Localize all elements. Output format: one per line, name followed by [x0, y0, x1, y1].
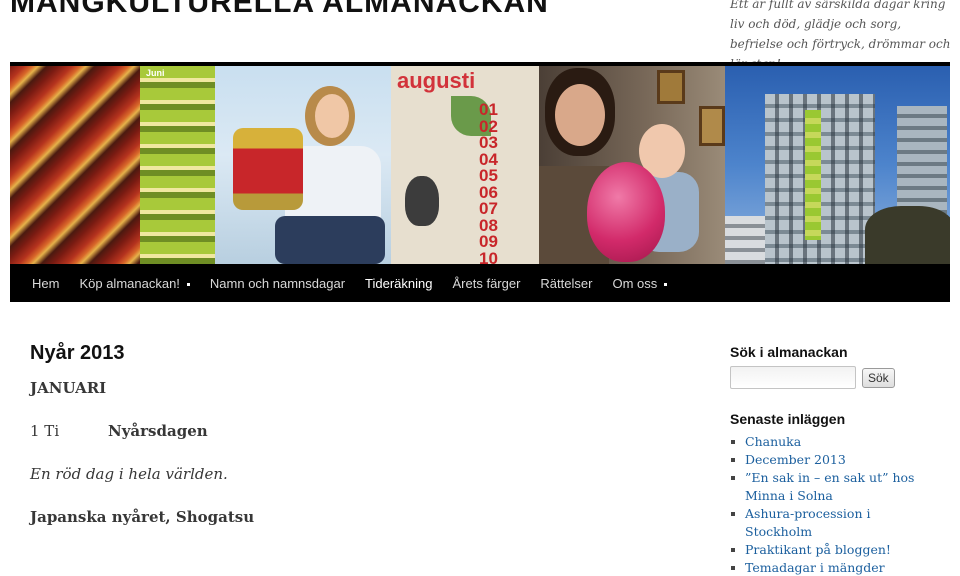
nav-item-2[interactable]: Namn och namnsdagar [210, 276, 345, 291]
sidebar: Sök i almanackan Sök Senaste inläggen Ch… [730, 344, 940, 576]
recent-posts-list: Chanuka December 2013 ”En sak in – en sak … [730, 433, 940, 576]
main-navigation: Hem Köp almanackan! Namn och namnsdagar Tid… [10, 264, 950, 302]
list-bullet [731, 440, 735, 444]
nav-dot [664, 282, 668, 286]
recent-post-label: Praktikant på bloggen! [745, 542, 891, 557]
search-input[interactable] [730, 366, 856, 389]
nav-dot [186, 282, 190, 286]
recent-post-link[interactable]: Praktikant på bloggen! [730, 541, 940, 559]
banner-mother-with-egg-image [539, 66, 725, 264]
nav-item-label: Om oss [612, 275, 658, 291]
nav-item-label: Årets färger [452, 275, 521, 291]
nav-item-label: Tideräkning [365, 275, 433, 291]
banner-calendar-image: Juni [140, 66, 215, 264]
nav-item-5[interactable]: Rättelser [540, 276, 592, 291]
search-button[interactable]: Sök [862, 367, 895, 388]
banner-calendar-label: Juni [146, 68, 165, 78]
list-bullet [731, 512, 735, 516]
banner-augusti-calendar-image: augusti 01 02 03 04 05 06 07 08 09 10 [391, 66, 539, 264]
site-title[interactable]: MÅNGKULTURELLA ALMANACKAN [10, 0, 549, 20]
banner-augusti-title: augusti [397, 68, 476, 93]
nav-item-label: Köp almanackan! [79, 275, 180, 291]
post-content: Nyår 2013 JANUARI 1 Ti Nyårsdagen En röd… [30, 342, 690, 526]
recent-post-label: ”En sak in – en sak ut” hos Minna i Soln… [745, 470, 915, 503]
post-day-row: 1 Ti Nyårsdagen [30, 422, 690, 440]
header-banner[interactable]: Juni augusti 01 02 03 04 05 06 07 08 09 10 [10, 66, 950, 264]
list-bullet [731, 476, 735, 480]
post-italic-text: En röd dag i hela världen. [30, 465, 228, 483]
recent-post-label: Ashura-procession i Stockholm [745, 506, 871, 539]
search-form: Sök [730, 366, 940, 389]
recent-post-label: Chanuka [745, 434, 802, 449]
post-month-heading: JANUARI [30, 379, 107, 397]
recent-post-link[interactable]: December 2013 [730, 451, 940, 469]
recent-post-link[interactable]: Temadagar i mängder [730, 559, 940, 576]
owl-illustration [405, 176, 439, 226]
recent-posts-title: Senaste inläggen [730, 411, 846, 427]
post-title[interactable]: Nyår 2013 [30, 342, 690, 365]
banner-textile-image [10, 66, 140, 264]
nav-item-3[interactable]: Tideräkning [365, 276, 432, 291]
red-egg [587, 162, 665, 262]
nav-item-label: Hem [32, 275, 60, 291]
nav-item-label: Rättelser [540, 275, 593, 291]
nav-item-0[interactable]: Hem [32, 276, 59, 291]
nav-item-6[interactable]: Om oss [612, 275, 668, 291]
nav-item-4[interactable]: Årets färger [453, 276, 521, 291]
nav-menu: Hem Köp almanackan! Namn och namnsdagar Tid… [32, 264, 687, 302]
search-widget-title: Sök i almanackan [730, 344, 848, 360]
recent-post-label: Temadagar i mängder [745, 560, 885, 575]
list-bullet [731, 548, 735, 552]
banner-woman-with-can-image [215, 66, 391, 264]
recent-post-link[interactable]: ”En sak in – en sak ut” hos Minna i Soln… [730, 469, 940, 505]
recent-post-link[interactable]: Ashura-procession i Stockholm [730, 505, 940, 541]
recent-post-link[interactable]: Chanuka [730, 433, 940, 451]
nav-item-1[interactable]: Köp almanackan! [79, 275, 190, 291]
list-bullet [731, 566, 735, 570]
post-bold-text: Japanska nyåret, Shogatsu [30, 508, 255, 526]
recent-post-label: December 2013 [745, 452, 846, 467]
banner-building-image [725, 66, 950, 264]
augusti-number: 10 [479, 248, 498, 264]
banner-augusti-numbers: 01 02 03 04 05 06 07 08 09 10 [479, 101, 535, 264]
post-day-name: Nyårsdagen [108, 422, 208, 440]
nav-item-label: Namn och namnsdagar [209, 275, 346, 291]
post-day-number: 1 Ti [30, 422, 60, 440]
list-bullet [731, 458, 735, 462]
